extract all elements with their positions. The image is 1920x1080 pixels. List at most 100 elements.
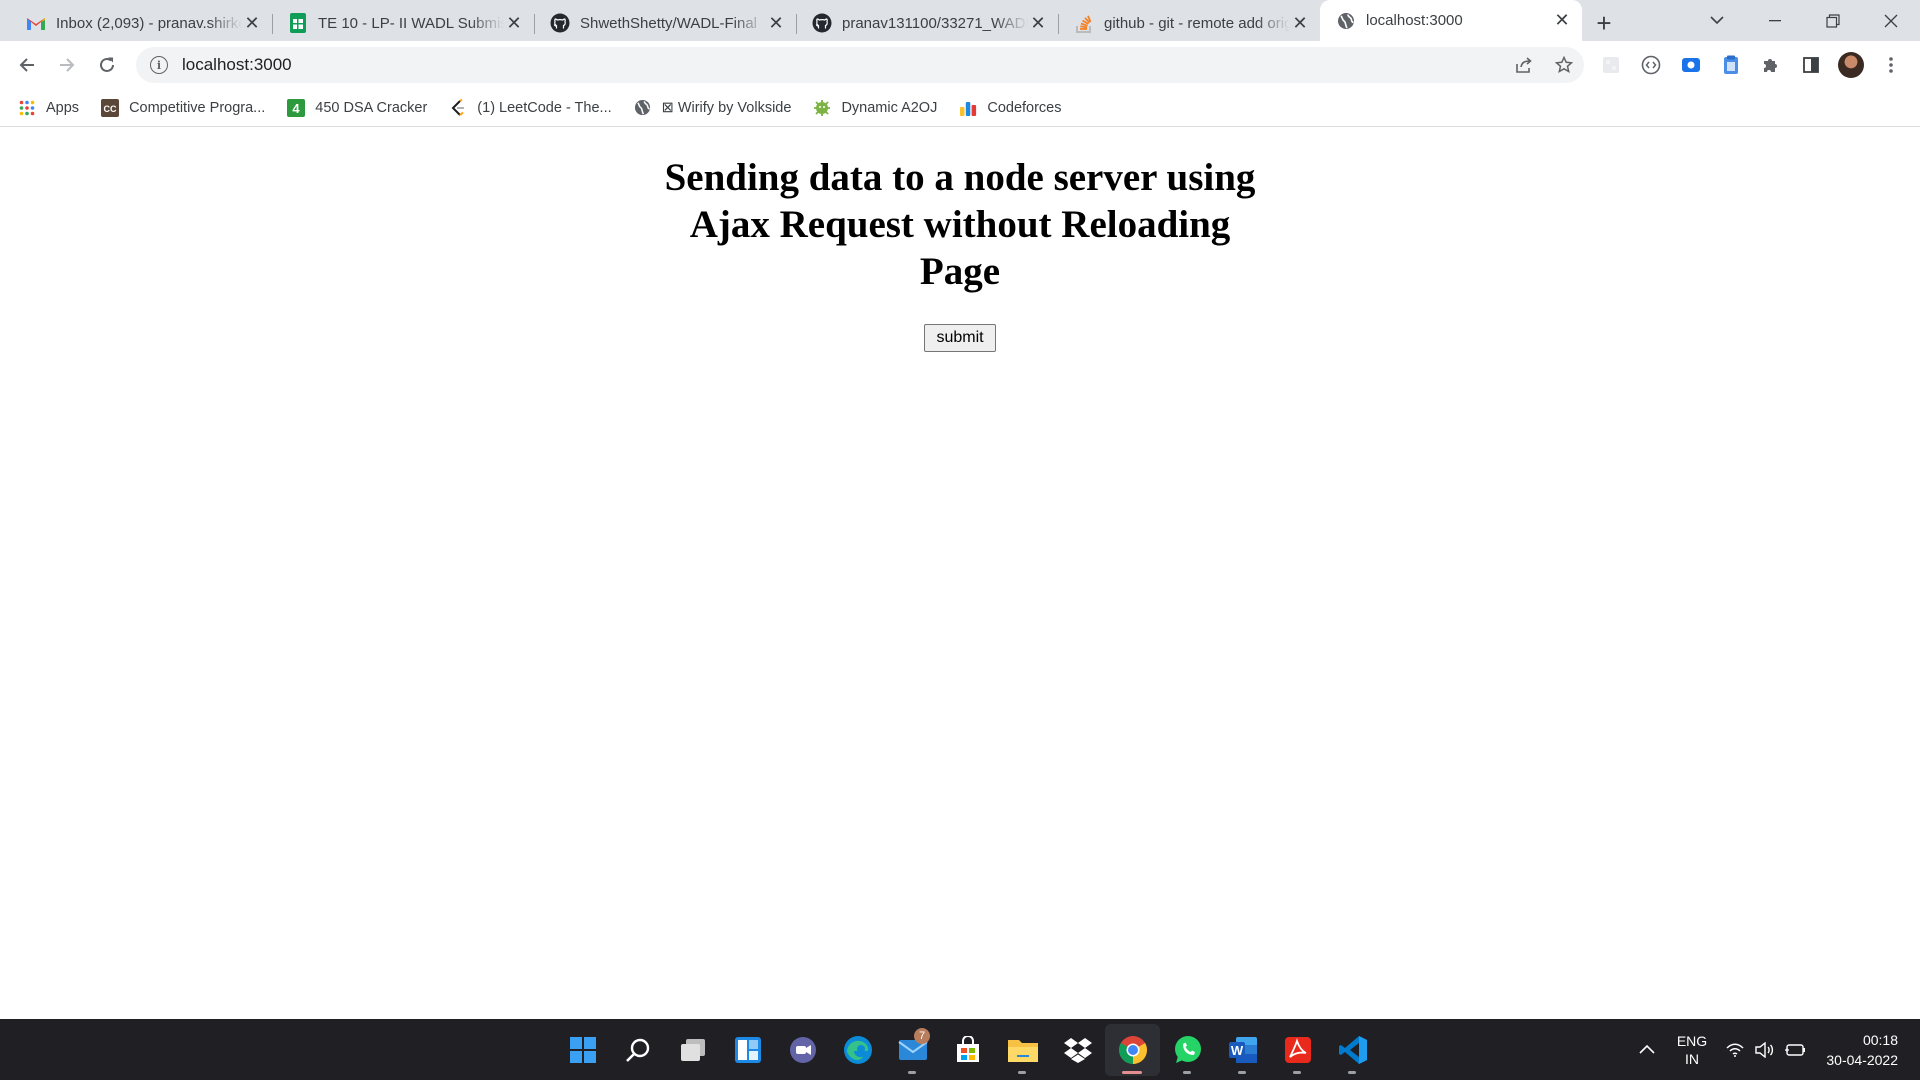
new-tab-button[interactable]: +: [1582, 5, 1626, 41]
store-icon[interactable]: [940, 1024, 995, 1076]
bookmark-label: Codeforces: [987, 99, 1062, 116]
github-icon: [812, 13, 832, 33]
dropbox-icon[interactable]: [1050, 1024, 1105, 1076]
battery-icon[interactable]: [1780, 1043, 1810, 1057]
codeforces-icon: [959, 99, 977, 117]
clock-date: 30-04-2022: [1826, 1051, 1898, 1068]
edge-icon[interactable]: [830, 1024, 885, 1076]
wifi-icon[interactable]: [1720, 1043, 1750, 1057]
side-panel-icon[interactable]: [1791, 45, 1831, 85]
region-code: IN: [1685, 1050, 1699, 1067]
bookmark-competitive-programming[interactable]: CC Competitive Progra...: [101, 98, 265, 117]
widgets-icon[interactable]: [720, 1024, 775, 1076]
svg-text:W: W: [1230, 1043, 1243, 1058]
volume-icon[interactable]: [1750, 1041, 1780, 1058]
vscode-icon[interactable]: [1325, 1024, 1380, 1076]
dsa-cracker-icon: 4: [287, 98, 306, 117]
tab-sheets[interactable]: TE 10 - LP- II WADL Submission ✕: [272, 5, 535, 41]
chrome-icon[interactable]: [1105, 1023, 1160, 1076]
extensions-puzzle-icon[interactable]: [1751, 45, 1791, 85]
mail-icon[interactable]: 7: [885, 1024, 940, 1076]
tab-search-button[interactable]: [1688, 0, 1746, 41]
arrow-left-icon: [19, 58, 34, 72]
bookmark-wirify[interactable]: ⊠ Wirify by Volkside: [634, 99, 792, 117]
extensions-area: [1591, 45, 1911, 85]
back-button[interactable]: [7, 45, 47, 85]
tab-localhost[interactable]: localhost:3000 ✕: [1320, 0, 1582, 41]
tab-title: ShwethShetty/WADL-Final: [580, 14, 758, 32]
close-window-button[interactable]: [1862, 0, 1920, 41]
whatsapp-icon[interactable]: [1160, 1024, 1215, 1076]
task-view-icon[interactable]: [665, 1024, 720, 1076]
tab-github-pranav[interactable]: pranav131100/33271_WADL ✕: [796, 5, 1059, 41]
mail-badge: 7: [914, 1027, 930, 1044]
running-indicator: [1293, 1070, 1301, 1074]
running-indicator: [1238, 1070, 1246, 1074]
tab-list: Inbox (2,093) - pranav.shirke ✕ TE 10 - …: [0, 0, 1626, 41]
close-tab-icon[interactable]: ✕: [1028, 13, 1048, 33]
chrome-menu-icon[interactable]: [1871, 45, 1911, 85]
clock[interactable]: 00:18 30-04-2022: [1810, 1030, 1920, 1070]
clock-time: 00:18: [1862, 1031, 1898, 1048]
word-icon[interactable]: W: [1215, 1024, 1270, 1076]
address-bar[interactable]: i localhost:3000: [136, 47, 1584, 83]
bookmark-450-dsa[interactable]: 4 450 DSA Cracker: [287, 98, 427, 117]
gmail-icon: [26, 13, 46, 33]
globe-icon: [634, 99, 652, 117]
close-tab-icon[interactable]: ✕: [1290, 13, 1310, 33]
tab-github-wadl-final[interactable]: ShwethShetty/WADL-Final ✕: [534, 5, 797, 41]
stackoverflow-icon: [1074, 13, 1094, 33]
site-info-icon[interactable]: i: [150, 56, 168, 74]
extension-code-icon[interactable]: [1631, 45, 1671, 85]
teams-chat-icon[interactable]: [775, 1024, 830, 1076]
show-hidden-icons-icon[interactable]: [1630, 1041, 1664, 1059]
bookmark-label: ⊠ Wirify by Volkside: [661, 99, 792, 116]
github-icon: [550, 13, 570, 33]
bookmark-a2oj[interactable]: Dynamic A2OJ: [813, 99, 937, 117]
tab-title: TE 10 - LP- II WADL Submission: [318, 14, 504, 32]
running-indicator: [1348, 1070, 1356, 1074]
extension-screen-capture-icon[interactable]: [1671, 45, 1711, 85]
profile-avatar[interactable]: [1831, 45, 1871, 85]
acrobat-icon[interactable]: [1270, 1024, 1325, 1076]
close-tab-icon[interactable]: ✕: [504, 13, 524, 33]
extension-grid-icon[interactable]: [1591, 45, 1631, 85]
system-tray: ENG IN 00:18 30-04-2022: [1630, 1019, 1920, 1080]
bookmark-leetcode[interactable]: (1) LeetCode - The...: [449, 98, 612, 117]
windows-taskbar: 7 W ENG IN 00:18 30-04-2022: [0, 1019, 1920, 1080]
close-tab-icon[interactable]: ✕: [766, 13, 786, 33]
file-explorer-icon[interactable]: [995, 1024, 1050, 1076]
running-indicator: [908, 1070, 916, 1074]
codechef-icon: CC: [101, 98, 120, 117]
reload-icon: [100, 57, 114, 72]
minimize-button[interactable]: [1746, 0, 1804, 41]
tab-title: localhost:3000: [1366, 12, 1463, 29]
close-tab-icon[interactable]: ✕: [242, 13, 262, 33]
globe-icon: [1336, 11, 1356, 31]
running-indicator: [1018, 1070, 1026, 1074]
bookmark-codeforces[interactable]: Codeforces: [959, 99, 1062, 117]
submit-button[interactable]: submit: [924, 324, 996, 352]
running-indicator: [1183, 1070, 1191, 1074]
address-text: localhost:3000: [182, 55, 292, 74]
search-icon[interactable]: [610, 1024, 665, 1076]
language-indicator[interactable]: ENG IN: [1664, 1032, 1720, 1068]
reload-button[interactable]: [87, 45, 127, 85]
apps-grid-icon: [18, 99, 36, 117]
bookmark-star-icon[interactable]: [1544, 56, 1584, 74]
page-content: Sending data to a node server using Ajax…: [0, 128, 1920, 1019]
tab-stackoverflow[interactable]: github - git - remote add origin ✕: [1058, 5, 1320, 41]
forward-button[interactable]: [47, 45, 87, 85]
bookmark-apps[interactable]: Apps: [18, 99, 79, 117]
running-indicator: [1122, 1070, 1142, 1074]
tab-title: github - git - remote add origin: [1104, 14, 1290, 32]
close-tab-icon[interactable]: ✕: [1552, 10, 1572, 31]
share-icon[interactable]: [1504, 56, 1544, 74]
tab-gmail[interactable]: Inbox (2,093) - pranav.shirke ✕: [10, 5, 273, 41]
extension-clipboard-icon[interactable]: [1711, 45, 1751, 85]
tab-title: Inbox (2,093) - pranav.shirke: [56, 14, 242, 32]
browser-toolbar: i localhost:3000: [0, 41, 1920, 89]
windows-start-icon[interactable]: [555, 1024, 610, 1076]
restore-button[interactable]: [1804, 0, 1862, 41]
bookmarks-bar: Apps CC Competitive Progra... 4 450 DSA …: [0, 89, 1920, 127]
